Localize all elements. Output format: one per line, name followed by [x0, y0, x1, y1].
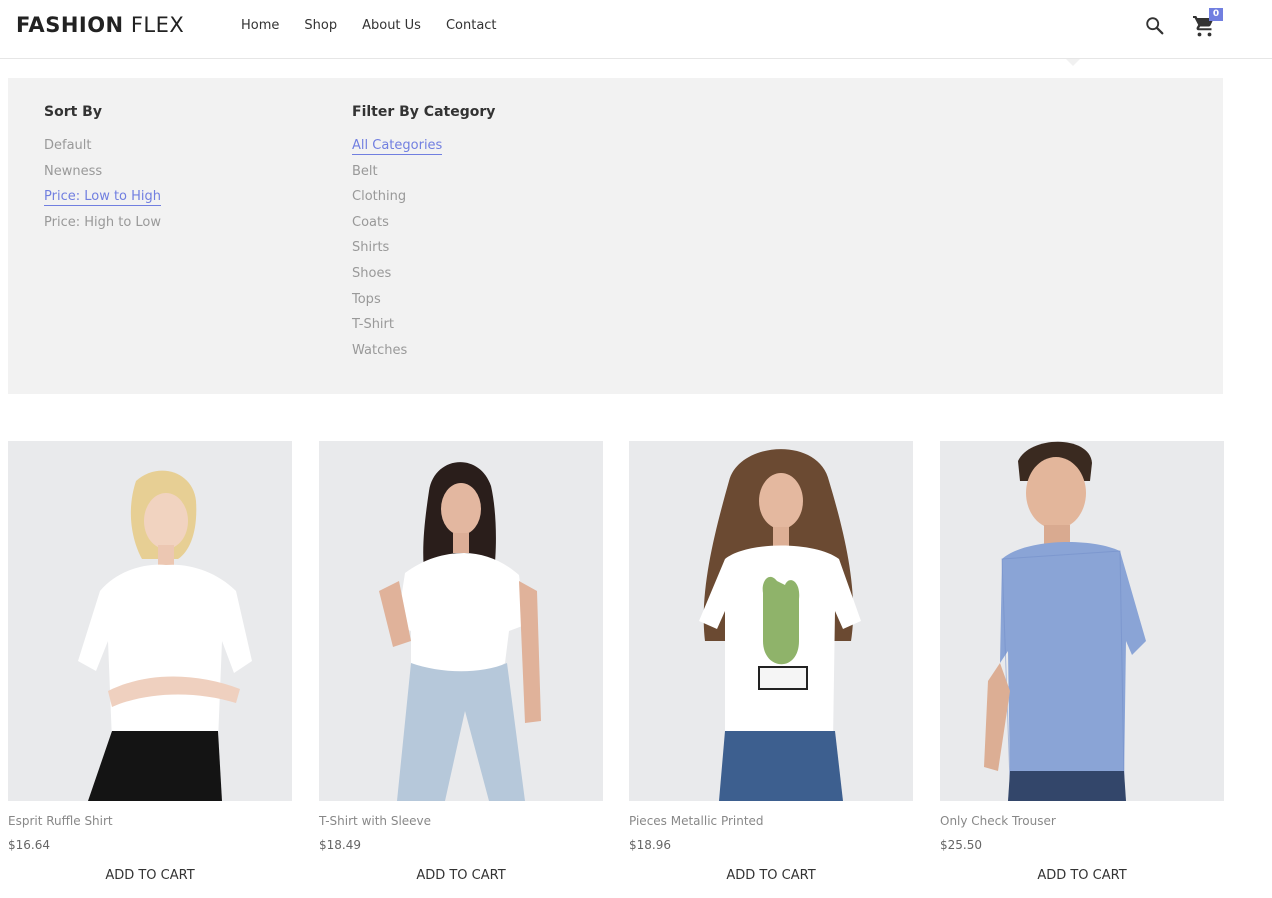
category-shoes[interactable]: Shoes — [352, 265, 495, 291]
category-watches[interactable]: Watches — [352, 342, 495, 368]
filter-panel: Sort By Default Newness Price: Low to Hi… — [8, 78, 1223, 394]
sort-option-default[interactable]: Default — [44, 137, 161, 163]
product-price: $18.96 — [629, 838, 671, 852]
panel-pointer — [1066, 59, 1080, 66]
product-name[interactable]: Only Check Trouser — [940, 814, 1056, 828]
product-image[interactable] — [940, 441, 1224, 801]
add-to-cart-button[interactable]: ADD TO CART — [629, 868, 913, 883]
product-image[interactable] — [8, 441, 292, 801]
nav-about-us[interactable]: About Us — [362, 18, 421, 33]
product-card: Esprit Ruffle Shirt $16.64 ADD TO CART — [8, 441, 292, 883]
category-tops[interactable]: Tops — [352, 291, 495, 317]
cart-count-badge: 0 — [1209, 8, 1223, 21]
add-to-cart-button[interactable]: ADD TO CART — [8, 868, 292, 883]
product-card: Only Check Trouser $25.50 ADD TO CART — [940, 441, 1224, 883]
sort-option-newness[interactable]: Newness — [44, 163, 161, 189]
add-to-cart-button[interactable]: ADD TO CART — [319, 868, 603, 883]
site-logo[interactable]: FASHION FLEX — [16, 13, 184, 37]
sort-title: Sort By — [44, 104, 102, 120]
sort-option-price-high-low[interactable]: Price: High to Low — [44, 214, 161, 240]
search-icon[interactable] — [1144, 15, 1166, 37]
product-card: T-Shirt with Sleeve $18.49 ADD TO CART — [319, 441, 603, 883]
logo-light-text: FLEX — [123, 13, 185, 37]
product-name[interactable]: Pieces Metallic Printed — [629, 814, 764, 828]
category-coats[interactable]: Coats — [352, 214, 495, 240]
product-price: $18.49 — [319, 838, 361, 852]
sort-option-price-low-high[interactable]: Price: Low to High — [44, 188, 162, 214]
category-clothing[interactable]: Clothing — [352, 188, 495, 214]
category-title: Filter By Category — [352, 104, 496, 120]
nav-home[interactable]: Home — [241, 18, 279, 33]
category-all[interactable]: All Categories — [352, 137, 495, 163]
sort-column: Sort By Default Newness Price: Low to Hi… — [44, 104, 162, 240]
nav-shop[interactable]: Shop — [304, 18, 337, 33]
category-t-shirt[interactable]: T-Shirt — [352, 316, 495, 342]
product-image[interactable] — [319, 441, 603, 801]
logo-bold-text: FASHION — [16, 13, 124, 37]
sort-options: Default Newness Price: Low to High Price… — [44, 137, 162, 240]
category-options: All Categories Belt Clothing Coats Shirt… — [352, 137, 495, 367]
category-shirts[interactable]: Shirts — [352, 239, 495, 265]
category-belt[interactable]: Belt — [352, 163, 495, 189]
site-header: FASHION FLEX Home Shop About Us Contact … — [0, 0, 1272, 59]
add-to-cart-button[interactable]: ADD TO CART — [940, 868, 1224, 883]
product-name[interactable]: Esprit Ruffle Shirt — [8, 814, 113, 828]
category-column: Filter By Category All Categories Belt C… — [352, 104, 495, 367]
product-card: Pieces Metallic Printed $18.96 ADD TO CA… — [629, 441, 913, 883]
product-price: $25.50 — [940, 838, 982, 852]
product-image[interactable] — [629, 441, 913, 801]
nav-contact[interactable]: Contact — [446, 18, 497, 33]
product-name[interactable]: T-Shirt with Sleeve — [319, 814, 431, 828]
product-price: $16.64 — [8, 838, 50, 852]
main-nav: Home Shop About Us Contact — [241, 18, 497, 33]
product-grid: Esprit Ruffle Shirt $16.64 ADD TO CART T… — [8, 441, 1224, 891]
